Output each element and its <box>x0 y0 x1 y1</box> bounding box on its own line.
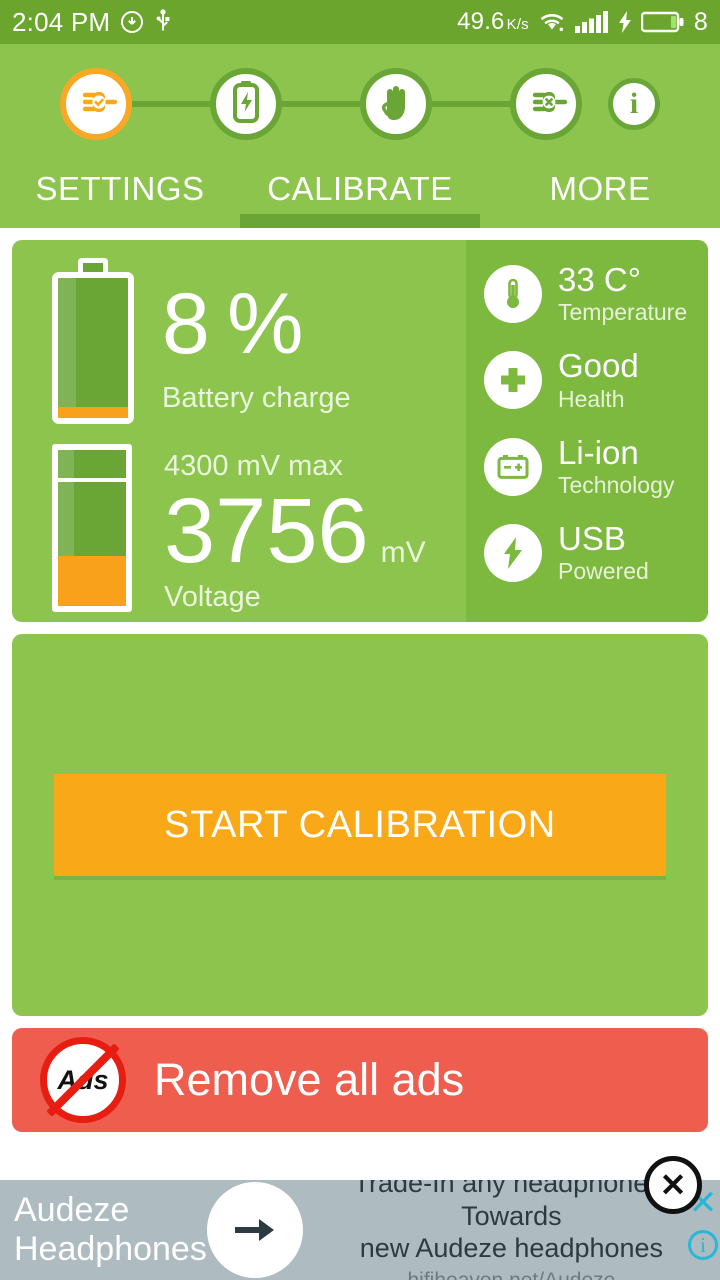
plug-disconnect-icon <box>523 84 569 125</box>
signal-bars-icon <box>574 11 609 33</box>
battery-info-card: 8 % Battery charge 4300 mV max 3756 mV V <box>12 240 708 622</box>
no-ads-icon: Ads <box>40 1037 126 1123</box>
voltage-label: Voltage <box>164 581 261 613</box>
info-button[interactable]: i <box>608 78 660 130</box>
battery-charge-row: 8 % Battery charge <box>52 258 466 424</box>
stat-health-label: Health <box>558 385 625 412</box>
battery-icon <box>640 11 685 33</box>
step-plug-disconnect[interactable] <box>510 68 582 140</box>
battery-fill <box>58 406 128 418</box>
battery-charge-text: 8 % Battery charge <box>162 258 351 415</box>
stat-health-text: Good Health <box>558 347 639 412</box>
step-connector-1 <box>132 101 210 107</box>
battery-percent-value: 8 % <box>162 276 304 372</box>
stat-temperature-label: Temperature <box>558 299 688 326</box>
tab-bar: SETTINGS CALIBRATE MORE <box>0 150 720 228</box>
status-time: 2:04 PM <box>12 6 111 37</box>
stat-temperature: 33 C° Temperature <box>484 261 708 326</box>
ad-brand-line1: Audeze <box>14 1190 130 1229</box>
voltage-fill <box>58 556 126 606</box>
charging-bolt-icon <box>618 11 632 33</box>
usb-icon <box>154 9 172 35</box>
voltage-gauge-icon <box>52 444 132 612</box>
tab-calibrate[interactable]: CALIBRATE <box>240 150 480 228</box>
stat-health: Good Health <box>484 347 708 412</box>
ad-text-line2: new Audeze headphones <box>359 1233 664 1264</box>
battery-charge-label: Battery charge <box>162 381 351 414</box>
calibration-card: START CALIBRATION <box>12 634 708 1016</box>
voltage-max-label: 4300 mV max <box>164 450 343 482</box>
status-battery-level: 8 <box>693 7 708 36</box>
stat-powered-text: USB Powered <box>558 519 649 585</box>
stat-technology-text: Li-ion Technology <box>558 433 675 499</box>
app-header: i SETTINGS CALIBRATE MORE <box>0 44 720 228</box>
status-bar-left: 2:04 PM <box>12 7 172 38</box>
voltage-unit: mV <box>380 536 426 569</box>
remove-ads-banner[interactable]: Ads Remove all ads <box>12 1028 708 1132</box>
plug-connected-check-icon <box>73 84 119 125</box>
ad-brand-line2: Headphones <box>14 1230 207 1268</box>
tab-settings[interactable]: SETTINGS <box>0 150 240 228</box>
start-calibration-button[interactable]: START CALIBRATION <box>54 774 666 876</box>
ad-banner[interactable]: Audeze Headphones Trade-In any headphone… <box>0 1180 720 1280</box>
step-connector-3 <box>432 101 510 107</box>
stat-powered: USB Powered <box>484 519 708 585</box>
health-cross-icon <box>484 351 542 410</box>
voltage-text: 4300 mV max 3756 mV Voltage <box>164 444 426 614</box>
voltage-value: 3756 <box>164 480 369 582</box>
remove-ads-label: Remove all ads <box>154 1054 465 1105</box>
stat-powered-value: USB <box>558 519 626 557</box>
stat-temperature-value: 33 C° <box>558 261 641 298</box>
lightning-bolt-icon <box>484 524 542 583</box>
battery-stats-panel: 33 C° Temperature Good Health Li-ion Tec… <box>466 240 708 622</box>
battery-readouts: 8 % Battery charge 4300 mV max 3756 mV V <box>12 240 466 622</box>
hand-touch-icon <box>378 82 414 127</box>
step-battery-charging[interactable] <box>210 68 282 140</box>
download-circle-icon <box>120 10 144 34</box>
stat-technology-label: Technology <box>558 471 675 498</box>
calibration-steps: i <box>0 58 720 150</box>
step-hand-touch[interactable] <box>360 68 432 140</box>
tab-more[interactable]: MORE <box>480 150 720 228</box>
ad-info-icon[interactable]: i <box>688 1230 718 1260</box>
status-bar-right: 49.6 K/s 8 <box>457 8 708 37</box>
stat-powered-label: Powered <box>558 558 649 585</box>
voltage-main: 3756 mV <box>164 485 426 577</box>
stat-temperature-text: 33 C° Temperature <box>558 261 688 326</box>
battery-charging-icon <box>231 80 261 128</box>
arrow-right-icon[interactable] <box>206 1182 303 1278</box>
car-battery-icon <box>484 437 542 496</box>
battery-body <box>52 272 134 424</box>
app-screen: 2:04 PM 49.6 K/s 8 i SETTINGS CALIBRATE … <box>0 0 720 1280</box>
battery-shade <box>58 278 76 418</box>
battery-level-icon <box>52 258 134 424</box>
thermometer-icon <box>484 265 542 324</box>
stat-health-value: Good <box>558 347 639 385</box>
close-icon[interactable]: ✕ <box>644 1156 702 1214</box>
stat-technology: Li-ion Technology <box>484 433 708 499</box>
stat-technology-value: Li-ion <box>558 433 639 471</box>
voltage-max-line <box>58 478 126 483</box>
wifi-icon <box>538 11 566 33</box>
ad-url: hifiheaven.net/Audeze <box>311 1269 712 1280</box>
step-plug-connected[interactable] <box>60 68 132 140</box>
step-connector-2 <box>282 101 360 107</box>
status-bar: 2:04 PM 49.6 K/s 8 <box>0 0 720 44</box>
battery-cap <box>78 258 108 272</box>
voltage-row: 4300 mV max 3756 mV Voltage <box>52 444 466 614</box>
info-icon-label: i <box>629 87 639 120</box>
network-speed: 49.6 K/s <box>457 8 529 35</box>
ad-brand: Audeze Headphones <box>0 1191 207 1269</box>
